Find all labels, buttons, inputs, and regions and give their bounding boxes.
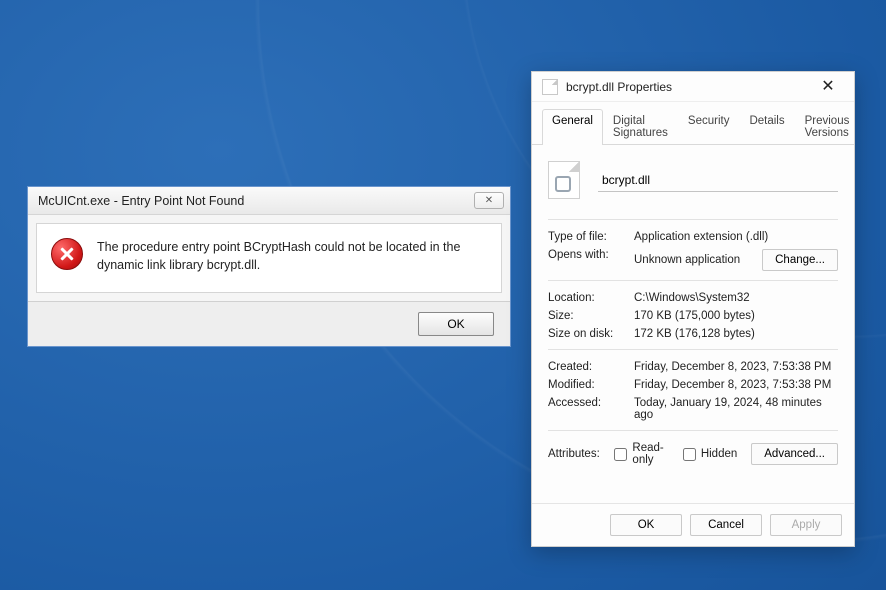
properties-titlebar[interactable]: bcrypt.dll Properties ✕ bbox=[532, 72, 854, 102]
checkbox-hidden[interactable]: Hidden bbox=[683, 448, 737, 461]
close-icon: ✕ bbox=[485, 195, 493, 206]
read-only-label: Read-only bbox=[632, 442, 668, 466]
ok-button[interactable]: OK bbox=[610, 514, 682, 536]
separator bbox=[548, 280, 838, 281]
label-modified: Modified: bbox=[548, 379, 634, 391]
label-attributes: Attributes: bbox=[548, 448, 614, 460]
row-type-of-file: Type of file: Application extension (.dl… bbox=[548, 228, 838, 246]
tab-details[interactable]: Details bbox=[739, 109, 794, 145]
error-footer: OK bbox=[28, 301, 510, 346]
error-body: The procedure entry point BCryptHash cou… bbox=[36, 223, 502, 293]
row-location: Location: C:\Windows\System32 bbox=[548, 289, 838, 307]
tab-general[interactable]: General bbox=[542, 109, 603, 145]
read-only-input[interactable] bbox=[614, 448, 627, 461]
file-type-icon bbox=[548, 161, 580, 199]
hidden-input[interactable] bbox=[683, 448, 696, 461]
value-created: Friday, December 8, 2023, 7:53:38 PM bbox=[634, 361, 838, 373]
advanced-button[interactable]: Advanced... bbox=[751, 443, 838, 465]
row-accessed: Accessed: Today, January 19, 2024, 48 mi… bbox=[548, 394, 838, 424]
tab-digital-signatures[interactable]: Digital Signatures bbox=[603, 109, 678, 145]
label-accessed: Accessed: bbox=[548, 397, 634, 421]
properties-title: bcrypt.dll Properties bbox=[566, 80, 810, 94]
separator bbox=[548, 219, 838, 220]
properties-dialog: bcrypt.dll Properties ✕ General Digital … bbox=[531, 71, 855, 547]
properties-footer: OK Cancel Apply bbox=[532, 503, 854, 546]
close-button[interactable]: ✕ bbox=[810, 75, 846, 99]
label-location: Location: bbox=[548, 292, 634, 304]
row-attributes: Attributes: Read-only Hidden Advanced... bbox=[548, 439, 838, 469]
tab-previous-versions[interactable]: Previous Versions bbox=[795, 109, 860, 145]
value-location: C:\Windows\System32 bbox=[634, 292, 838, 304]
error-dialog: McUICnt.exe - Entry Point Not Found ✕ Th… bbox=[27, 186, 511, 347]
label-size: Size: bbox=[548, 310, 634, 322]
error-message: The procedure entry point BCryptHash cou… bbox=[97, 238, 487, 274]
hidden-label: Hidden bbox=[701, 448, 737, 460]
row-created: Created: Friday, December 8, 2023, 7:53:… bbox=[548, 358, 838, 376]
row-opens-with: Opens with: Unknown application Change..… bbox=[548, 246, 838, 274]
tab-security[interactable]: Security bbox=[678, 109, 740, 145]
file-header bbox=[548, 155, 838, 213]
row-size-on-disk: Size on disk: 172 KB (176,128 bytes) bbox=[548, 325, 838, 343]
error-icon bbox=[51, 238, 83, 270]
label-type-of-file: Type of file: bbox=[548, 231, 634, 243]
filename-field[interactable] bbox=[598, 168, 838, 192]
apply-button[interactable]: Apply bbox=[770, 514, 842, 536]
label-size-on-disk: Size on disk: bbox=[548, 328, 634, 340]
value-opens-with: Unknown application bbox=[634, 254, 754, 266]
row-modified: Modified: Friday, December 8, 2023, 7:53… bbox=[548, 376, 838, 394]
value-size-on-disk: 172 KB (176,128 bytes) bbox=[634, 328, 838, 340]
cancel-button[interactable]: Cancel bbox=[690, 514, 762, 536]
value-accessed: Today, January 19, 2024, 48 minutes ago bbox=[634, 397, 838, 421]
value-size: 170 KB (175,000 bytes) bbox=[634, 310, 838, 322]
separator bbox=[548, 430, 838, 431]
label-opens-with: Opens with: bbox=[548, 249, 634, 271]
checkbox-read-only[interactable]: Read-only bbox=[614, 442, 668, 466]
value-modified: Friday, December 8, 2023, 7:53:38 PM bbox=[634, 379, 838, 391]
value-type-of-file: Application extension (.dll) bbox=[634, 231, 838, 243]
separator bbox=[548, 349, 838, 350]
row-size: Size: 170 KB (175,000 bytes) bbox=[548, 307, 838, 325]
ok-button[interactable]: OK bbox=[418, 312, 494, 336]
tabs-row: General Digital Signatures Security Deta… bbox=[532, 102, 854, 145]
error-titlebar[interactable]: McUICnt.exe - Entry Point Not Found ✕ bbox=[28, 187, 510, 215]
properties-body: Type of file: Application extension (.dl… bbox=[532, 145, 854, 503]
close-icon: ✕ bbox=[821, 78, 834, 95]
close-button[interactable]: ✕ bbox=[474, 192, 504, 209]
change-button[interactable]: Change... bbox=[762, 249, 838, 271]
error-title: McUICnt.exe - Entry Point Not Found bbox=[38, 194, 474, 208]
label-created: Created: bbox=[548, 361, 634, 373]
file-icon bbox=[542, 79, 558, 95]
